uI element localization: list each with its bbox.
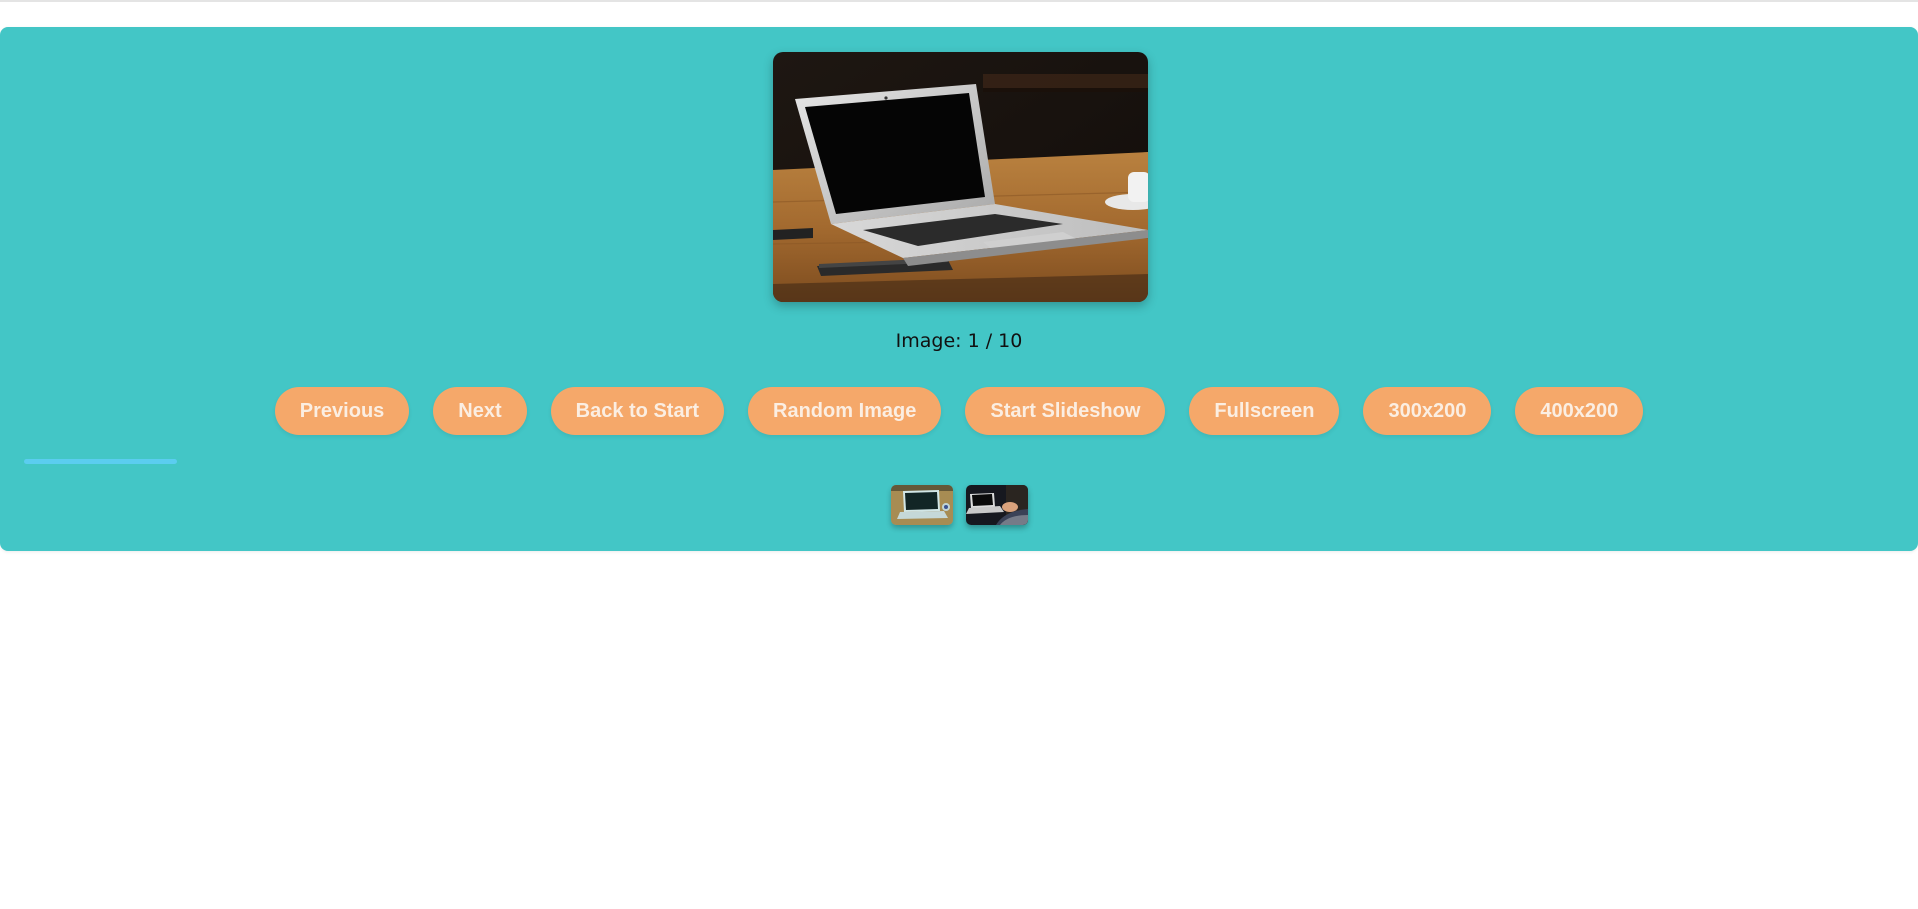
image-gallery: Image: 1 / 10 Previous Next Back to Star…	[0, 27, 1918, 551]
size-400x200-button[interactable]: 400x200	[1515, 387, 1644, 435]
laptop-photo	[773, 52, 1148, 302]
random-image-button[interactable]: Random Image	[748, 387, 942, 435]
previous-button[interactable]: Previous	[274, 387, 410, 435]
thumbnail-strip	[0, 485, 1918, 525]
gallery-progress-fill	[24, 459, 178, 464]
gallery-progress-bar	[24, 459, 1894, 464]
image-counter: Image: 1 / 10	[895, 330, 1023, 352]
thumbnail-2[interactable]	[965, 485, 1028, 525]
start-slideshow-button[interactable]: Start Slideshow	[965, 387, 1166, 435]
laptop-thumbnail-image	[890, 485, 953, 525]
size-300x200-button[interactable]: 300x200	[1363, 387, 1492, 435]
next-button[interactable]: Next	[433, 387, 527, 435]
main-image	[773, 52, 1148, 302]
back-to-start-button[interactable]: Back to Start	[550, 387, 725, 435]
fullscreen-button[interactable]: Fullscreen	[1189, 387, 1340, 435]
gallery-controls: Previous Next Back to Start Random Image…	[0, 387, 1918, 435]
top-divider	[0, 0, 1918, 2]
person-laptop-thumbnail-image	[965, 485, 1028, 525]
thumbnail-1[interactable]	[890, 485, 953, 525]
